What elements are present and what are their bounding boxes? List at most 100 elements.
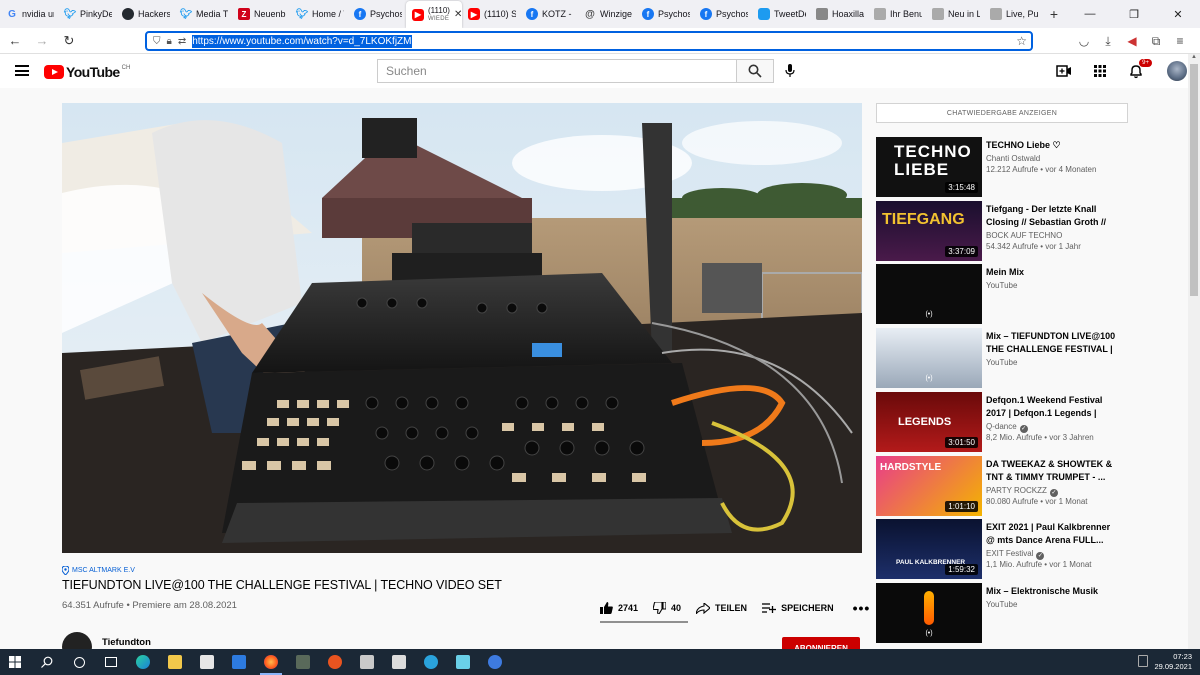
extension-icon[interactable]: ◀	[1120, 30, 1144, 52]
pocket-icon[interactable]: ◡	[1072, 30, 1096, 52]
mail-icon[interactable]	[224, 649, 254, 675]
system-clock[interactable]: 07:23 29.09.2021	[1154, 652, 1192, 672]
forward-icon[interactable]: →	[30, 29, 54, 53]
recommended-title[interactable]: Mix – TIEFUNDTON LIVE@100 THE CHALLENGE …	[986, 330, 1116, 356]
video-thumbnail[interactable]: PAUL KALKBRENNER 1:59:32	[876, 519, 982, 579]
back-icon[interactable]: ←	[3, 29, 27, 53]
dislike-button[interactable]: 40	[653, 602, 681, 614]
recommended-channel[interactable]: PARTY ROCKZZ ✓	[986, 486, 1058, 497]
browser-tab[interactable]: Gnvidia un	[0, 0, 58, 28]
extensions-icon[interactable]: ⧉	[1144, 30, 1168, 52]
save-button[interactable]: SPEICHERN	[762, 603, 834, 613]
recommended-title[interactable]: Tiefgang - Der letzte Knall Closing // S…	[986, 203, 1116, 229]
search-button[interactable]	[736, 59, 774, 83]
microphone-icon[interactable]	[781, 62, 799, 80]
recommended-video[interactable]: (•) Mein Mix YouTube	[876, 264, 1136, 324]
maximize-icon[interactable]: ❐	[1112, 0, 1156, 28]
close-tab-icon[interactable]: ✕	[454, 9, 462, 20]
browser-tab[interactable]: f Psychose	[694, 0, 752, 28]
cortana-icon[interactable]	[64, 649, 94, 675]
minimize-icon[interactable]: —	[1068, 0, 1112, 28]
cube-app-icon[interactable]	[448, 649, 478, 675]
browser-tab[interactable]: @ Winzige,	[578, 0, 636, 28]
scrollbar-thumb[interactable]	[1190, 64, 1198, 296]
video-thumbnail[interactable]: (•)	[876, 328, 982, 388]
reload-icon[interactable]: ↻	[57, 29, 81, 53]
youtube-logo[interactable]: YouTube CH	[44, 64, 130, 80]
telegram-icon[interactable]	[416, 649, 446, 675]
url-text[interactable]: https://www.youtube.com/watch?v=d_7LKOKf…	[192, 34, 412, 48]
edge-icon[interactable]	[128, 649, 158, 675]
like-button[interactable]: 2741	[600, 602, 638, 614]
browser-tab[interactable]: 🐦︎PinkyDef	[58, 0, 116, 28]
video-thumbnail[interactable]: (•)	[876, 583, 982, 643]
recommended-title[interactable]: TECHNO Liebe ♡	[986, 139, 1116, 152]
channel-name[interactable]: Tiefundton	[102, 637, 151, 648]
browser-tab[interactable]: ▶ (1110) WIEDE ✕	[406, 1, 462, 28]
recommended-channel[interactable]: YouTube	[986, 358, 1017, 367]
recommended-title[interactable]: Mix – Elektronische Musik	[986, 585, 1116, 598]
video-thumbnail[interactable]: LEGENDS 3:01:50	[876, 392, 982, 452]
page-scrollbar[interactable]: ▲	[1188, 54, 1200, 649]
recommended-channel[interactable]: YouTube	[986, 281, 1017, 290]
file-explorer-icon[interactable]	[160, 649, 190, 675]
lock-icon[interactable]: 🔒︎	[167, 36, 172, 47]
browser-tab[interactable]: 🐦︎Home / T	[290, 0, 348, 28]
recommended-video[interactable]: PAUL KALKBRENNER 1:59:32 EXIT 2021 | Paul …	[876, 519, 1136, 579]
tools-icon[interactable]	[288, 649, 318, 675]
video-thumbnail[interactable]: HARDSTYLE 1:01:10	[876, 456, 982, 516]
menu-icon[interactable]: ≡	[1168, 30, 1192, 52]
downloads-icon[interactable]: ⤓	[1096, 30, 1120, 52]
video-player[interactable]	[62, 103, 862, 553]
search-input[interactable]: Suchen	[377, 59, 736, 83]
video-location-tag[interactable]: MSC ALTMARK E.V	[62, 566, 135, 575]
recommended-video[interactable]: (•) Mix – Elektronische Musik YouTube	[876, 583, 1136, 643]
more-actions-icon[interactable]: •••	[853, 600, 871, 616]
app-window-icon[interactable]	[352, 649, 382, 675]
bookmark-star-icon[interactable]: ☆	[1016, 34, 1027, 48]
create-video-icon[interactable]	[1055, 62, 1073, 80]
recommended-channel[interactable]: Q-dance ✓	[986, 422, 1028, 433]
browser-tab[interactable]: Ihr Benut	[868, 0, 926, 28]
recommended-video[interactable]: TIEFGANG 3:37:09 Tiefgang - Der letzte Kna…	[876, 201, 1136, 261]
search-taskbar-icon[interactable]	[32, 649, 62, 675]
shield-icon[interactable]: ⛉	[153, 36, 161, 47]
browser-tab[interactable]: Hoaxilla	[810, 0, 868, 28]
ubuntu-icon[interactable]	[320, 649, 350, 675]
browser-tab[interactable]: f Psychose	[636, 0, 694, 28]
notes-icon[interactable]	[384, 649, 414, 675]
browser-tab[interactable]: TweetDec	[752, 0, 810, 28]
recommended-channel[interactable]: BOCK AUF TECHNO	[986, 231, 1062, 240]
store-icon[interactable]	[192, 649, 222, 675]
new-tab-icon[interactable]: +	[1042, 0, 1066, 28]
avatar[interactable]	[1167, 61, 1187, 81]
recommended-video[interactable]: LEGENDS 3:01:50 Defqon.1 Weekend Festival …	[876, 392, 1136, 452]
recommended-video[interactable]: TECHNO LIEBE 3:15:48 TECHNO Liebe ♡ Chanti …	[876, 137, 1136, 197]
guide-menu-icon[interactable]	[15, 65, 29, 76]
permissions-icon[interactable]: ⇄	[178, 36, 186, 47]
browser-tab[interactable]: Live, Push	[984, 0, 1042, 28]
url-bar[interactable]: ⛉ 🔒︎ ⇄ https://www.youtube.com/watch?v=d…	[145, 31, 1033, 51]
recommended-video[interactable]: (•) Mix – TIEFUNDTON LIVE@100 THE CHALLEN…	[876, 328, 1136, 388]
recommended-title[interactable]: EXIT 2021 | Paul Kalkbrenner @ mts Dance…	[986, 521, 1116, 546]
recommended-title[interactable]: Defqon.1 Weekend Festival 2017 | Defqon.…	[986, 394, 1116, 420]
task-view-icon[interactable]	[96, 649, 126, 675]
chat-replay-button[interactable]: CHATWIEDERGABE ANZEIGEN	[876, 103, 1128, 123]
scroll-up-icon[interactable]: ▲	[1188, 54, 1200, 64]
recommended-channel[interactable]: EXIT Festival ✓	[986, 549, 1045, 560]
firefox-icon[interactable]	[256, 649, 286, 675]
browser-tab[interactable]: Neu in Liv	[926, 0, 984, 28]
start-windows-icon[interactable]	[0, 649, 30, 675]
share-button[interactable]: TEILEN	[696, 602, 747, 614]
browser-tab[interactable]: 🐦︎Media Tw	[174, 0, 232, 28]
notification-center-icon[interactable]	[1138, 655, 1148, 667]
recommended-channel[interactable]: Chanti Ostwald	[986, 154, 1040, 163]
recommended-title[interactable]: DA TWEEKAZ & SHOWTEK & TNT & TIMMY TRUMP…	[986, 458, 1116, 483]
video-thumbnail[interactable]: TECHNO LIEBE 3:15:48	[876, 137, 982, 197]
browser-tab[interactable]: HackersC	[116, 0, 174, 28]
recommended-channel[interactable]: YouTube	[986, 600, 1017, 609]
browser-tab[interactable]: Z Neuenbu	[232, 0, 290, 28]
video-thumbnail[interactable]: (•)	[876, 264, 982, 324]
recommended-video[interactable]: HARDSTYLE 1:01:10 DA TWEEKAZ & SHOWTEK & T…	[876, 456, 1136, 516]
browser-tab[interactable]: ▶ (1110) SL	[462, 0, 520, 28]
